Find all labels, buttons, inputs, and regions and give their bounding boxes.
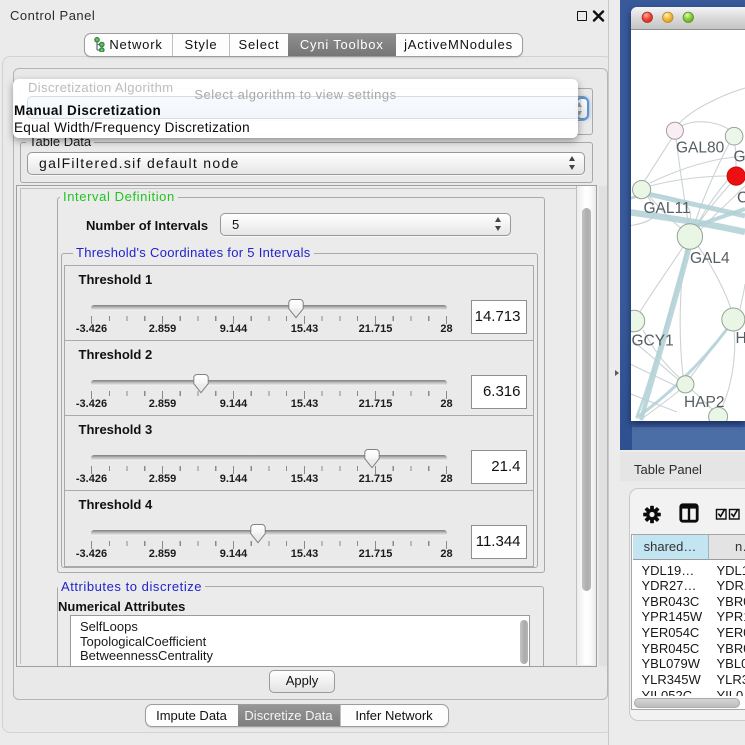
svg-text:GAL11: GAL11 <box>644 200 691 217</box>
svg-text:GAL…: GAL… <box>734 149 745 166</box>
svg-text:H: H <box>736 330 745 347</box>
svg-text:GCY1: GCY1 <box>632 333 674 350</box>
svg-text:HAP2: HAP2 <box>684 394 725 411</box>
svg-text:GAL4: GAL4 <box>690 250 730 267</box>
svg-text:C…: C… <box>737 190 745 207</box>
svg-text:GAL80: GAL80 <box>676 140 725 157</box>
